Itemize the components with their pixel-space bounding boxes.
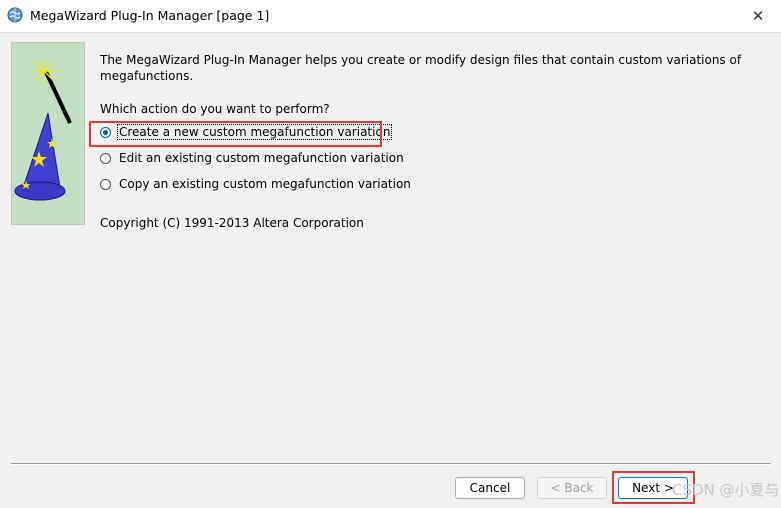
radio-selected-icon[interactable]	[100, 127, 111, 138]
copyright-text: Copyright (C) 1991-2013 Altera Corporati…	[100, 216, 364, 230]
watermark-text: CSDN @小夏与酒	[672, 481, 781, 499]
wizard-hat-icon	[14, 59, 72, 201]
close-button[interactable]: ✕	[745, 3, 771, 29]
option-create-new[interactable]: Create a new custom megafunction variati…	[100, 124, 393, 143]
title-bar: MegaWizard Plug-In Manager [page 1] ✕	[0, 0, 781, 33]
next-button[interactable]: Next >	[618, 477, 688, 499]
radio-unselected-icon[interactable]	[100, 179, 111, 190]
option-copy-label[interactable]: Copy an existing custom megafunction var…	[117, 176, 413, 192]
app-globe-icon	[7, 7, 23, 23]
option-edit-existing[interactable]: Edit an existing custom megafunction var…	[100, 151, 406, 169]
cancel-button[interactable]: Cancel	[455, 477, 525, 499]
intro-text: The MegaWizard Plug-In Manager helps you…	[100, 53, 742, 83]
option-edit-label[interactable]: Edit an existing custom megafunction var…	[117, 150, 406, 166]
footer-separator	[11, 463, 771, 465]
back-button[interactable]: < Back	[537, 477, 607, 499]
radio-unselected-icon[interactable]	[100, 153, 111, 164]
wizard-illustration	[11, 42, 85, 225]
window-title: MegaWizard Plug-In Manager [page 1]	[30, 8, 270, 23]
option-copy-existing[interactable]: Copy an existing custom megafunction var…	[100, 177, 413, 195]
option-create-label[interactable]: Create a new custom megafunction variati…	[117, 124, 393, 140]
action-question: Which action do you want to perform?	[100, 102, 330, 116]
